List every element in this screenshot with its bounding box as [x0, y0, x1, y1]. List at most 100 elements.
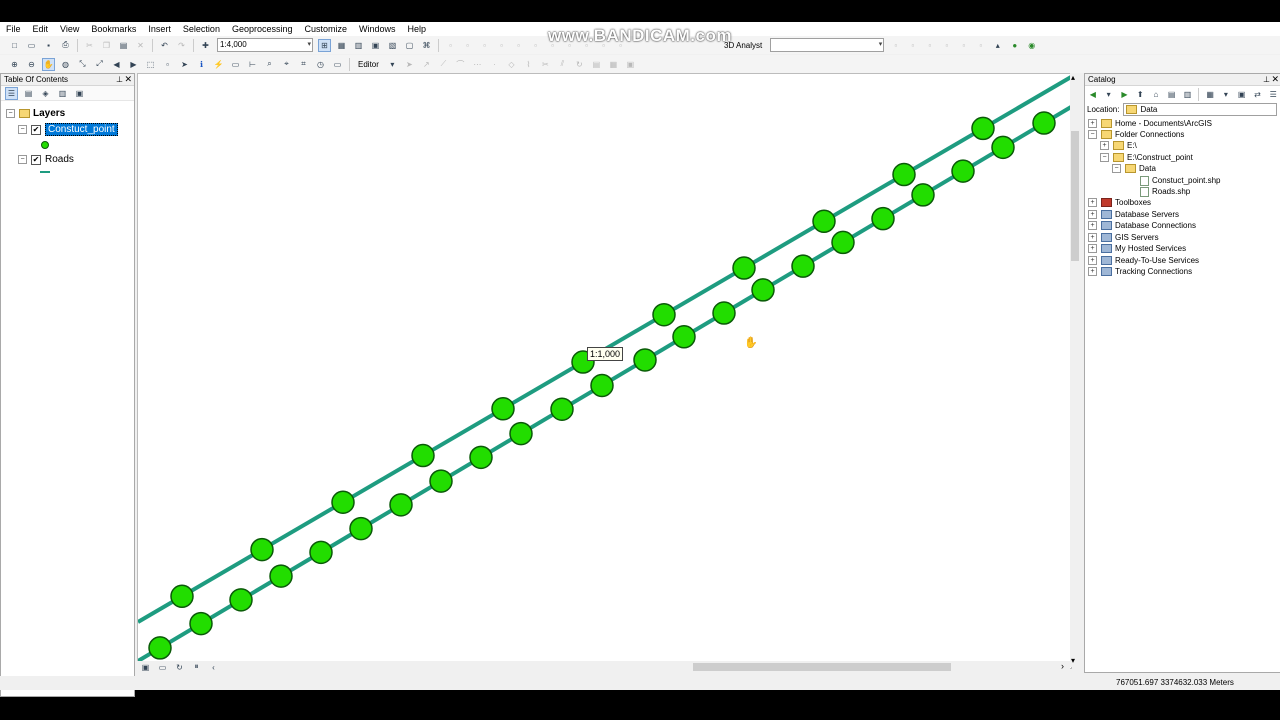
redo-icon[interactable]: ↷	[175, 39, 188, 52]
options-icon[interactable]: ☰	[1267, 88, 1279, 101]
expand-icon[interactable]: +	[1088, 198, 1097, 207]
construct-point[interactable]	[509, 421, 533, 446]
expand-icon[interactable]: +	[1088, 244, 1097, 253]
construct-point[interactable]	[1032, 111, 1056, 135]
menu-bookmarks[interactable]: Bookmarks	[85, 22, 142, 36]
views-icon[interactable]: ▦	[1204, 88, 1216, 101]
undo-icon[interactable]: ↶	[158, 39, 171, 52]
create-features-icon[interactable]: ▣	[624, 58, 637, 71]
print-icon[interactable]: ⎙	[59, 39, 72, 52]
tree-constuct-point-shp[interactable]: Constuct_point.shp	[1140, 175, 1221, 186]
layout-view-icon[interactable]: ▭	[156, 661, 169, 674]
split-icon[interactable]: ⫽	[556, 58, 569, 71]
close-icon[interactable]: ✕	[124, 74, 132, 85]
back-icon[interactable]: ◀	[1087, 88, 1099, 101]
add-data-icon[interactable]: ✚	[199, 39, 212, 52]
construct-point[interactable]	[951, 159, 975, 183]
expand-icon[interactable]: +	[1088, 267, 1097, 276]
measure-icon[interactable]: ⊢	[246, 58, 259, 71]
globe-icon[interactable]: ●	[1008, 39, 1021, 52]
line-symbol-icon[interactable]	[40, 171, 50, 173]
modelbuilder-icon[interactable]: ⌘	[420, 39, 433, 52]
tree-e-drive[interactable]: + E:\	[1100, 140, 1137, 151]
3d-tool-a-icon[interactable]: ▫	[889, 39, 902, 52]
reshape-icon[interactable]: ⌇	[522, 58, 535, 71]
construct-point[interactable]	[411, 443, 435, 468]
vertical-scroll-thumb[interactable]	[1071, 131, 1079, 261]
home-icon[interactable]: ⌂	[1150, 88, 1162, 101]
copy-icon[interactable]: ❐	[100, 39, 113, 52]
tree-toolboxes[interactable]: + Toolboxes	[1088, 197, 1151, 208]
scroll-left-icon[interactable]: ‹	[207, 661, 220, 674]
python-icon[interactable]: ▢	[403, 39, 416, 52]
pin-icon[interactable]: ⊥	[116, 74, 123, 85]
horizontal-scroll-thumb[interactable]	[693, 663, 951, 671]
tool-e-icon[interactable]: ▫	[512, 39, 525, 52]
rotate-icon[interactable]: ↻	[573, 58, 586, 71]
menu-view[interactable]: View	[54, 22, 85, 36]
expand-icon[interactable]: +	[1088, 221, 1097, 230]
tree-folder-connections[interactable]: − Folder Connections	[1088, 129, 1184, 140]
disconnect-folder-icon[interactable]: ▥	[1182, 88, 1194, 101]
pin-icon[interactable]: ⊥	[1263, 74, 1270, 85]
back-extent-icon[interactable]: ◀	[110, 58, 123, 71]
close-icon[interactable]: ✕	[1271, 74, 1279, 85]
chevron-down-icon[interactable]: ▾	[1103, 88, 1115, 101]
construct-point[interactable]	[148, 636, 172, 660]
menu-file[interactable]: File	[0, 22, 27, 36]
layer-name[interactable]: Constuct_point	[45, 123, 118, 136]
new-document-icon[interactable]: □	[8, 39, 21, 52]
tree-gis-servers[interactable]: + GIS Servers	[1088, 232, 1159, 243]
construct-point[interactable]	[389, 493, 413, 517]
construct-point[interactable]	[831, 230, 855, 255]
scene-icon[interactable]: ◉	[1025, 39, 1038, 52]
collapse-icon[interactable]: −	[1112, 164, 1121, 173]
arctoolbox-icon[interactable]: ▧	[386, 39, 399, 52]
tree-ready-to-use-services[interactable]: + Ready-To-Use Services	[1088, 255, 1199, 266]
tool-c-icon[interactable]: ▫	[478, 39, 491, 52]
3d-tool-c-icon[interactable]: ▫	[923, 39, 936, 52]
editor-menu[interactable]: Editor	[355, 60, 382, 69]
toc-options-icon[interactable]: ▣	[73, 87, 86, 100]
find-route-icon[interactable]: ⌖	[280, 58, 293, 71]
construct-point[interactable]	[892, 162, 916, 187]
tree-construct-point-folder[interactable]: − E:\Construct_point	[1100, 152, 1193, 163]
menu-selection[interactable]: Selection	[177, 22, 226, 36]
full-extent-icon[interactable]: ◍	[59, 58, 72, 71]
toc-layers-row[interactable]: − Layers	[6, 108, 65, 119]
construct-point[interactable]	[550, 397, 574, 421]
construct-point[interactable]	[429, 469, 453, 493]
scroll-up-icon[interactable]: ▴	[1071, 73, 1075, 82]
select-elements-icon[interactable]: ➤	[178, 58, 191, 71]
collapse-icon[interactable]: −	[18, 155, 27, 164]
menu-help[interactable]: Help	[402, 22, 433, 36]
construct-point[interactable]	[269, 564, 293, 588]
tool-b-icon[interactable]: ▫	[461, 39, 474, 52]
expand-icon[interactable]: +	[1088, 256, 1097, 265]
hyperlink-icon[interactable]: ⚡	[212, 58, 225, 71]
construct-point[interactable]	[791, 254, 815, 278]
endpoint-arc-icon[interactable]: ⌒	[454, 58, 467, 71]
tree-my-hosted-services[interactable]: + My Hosted Services	[1088, 243, 1186, 254]
toc-layer-constuct-point[interactable]: − ✔ Constuct_point	[18, 123, 118, 136]
sketch-properties-icon[interactable]: ▦	[607, 58, 620, 71]
trace-icon[interactable]: ⋯	[471, 58, 484, 71]
construct-point[interactable]	[309, 540, 333, 565]
toc-layer-roads[interactable]: − ✔ Roads	[18, 154, 74, 165]
pan-icon[interactable]: ✋	[42, 57, 55, 71]
layer-visibility-checkbox[interactable]: ✔	[31, 124, 41, 135]
zoom-in-icon[interactable]: ⊕	[8, 58, 21, 71]
construct-point[interactable]	[633, 348, 657, 372]
map-scale-combo[interactable]: 1:4,000 ▾	[217, 38, 313, 52]
straight-segment-icon[interactable]: ⟋	[437, 58, 450, 71]
construct-point[interactable]	[971, 116, 995, 141]
tool-a-icon[interactable]: ▫	[444, 39, 457, 52]
connect-folder-icon[interactable]: ▤	[1166, 88, 1178, 101]
open-icon[interactable]: ▭	[25, 39, 38, 52]
fixed-zoom-out-icon[interactable]: ⤢	[93, 58, 106, 71]
collapse-icon[interactable]: −	[1088, 130, 1097, 139]
goto-xy-icon[interactable]: ⌗	[297, 58, 310, 71]
list-by-source-icon[interactable]: ▤	[22, 87, 35, 100]
location-combo[interactable]: Data	[1123, 102, 1278, 116]
cut-polygons-icon[interactable]: ✂	[539, 58, 552, 71]
